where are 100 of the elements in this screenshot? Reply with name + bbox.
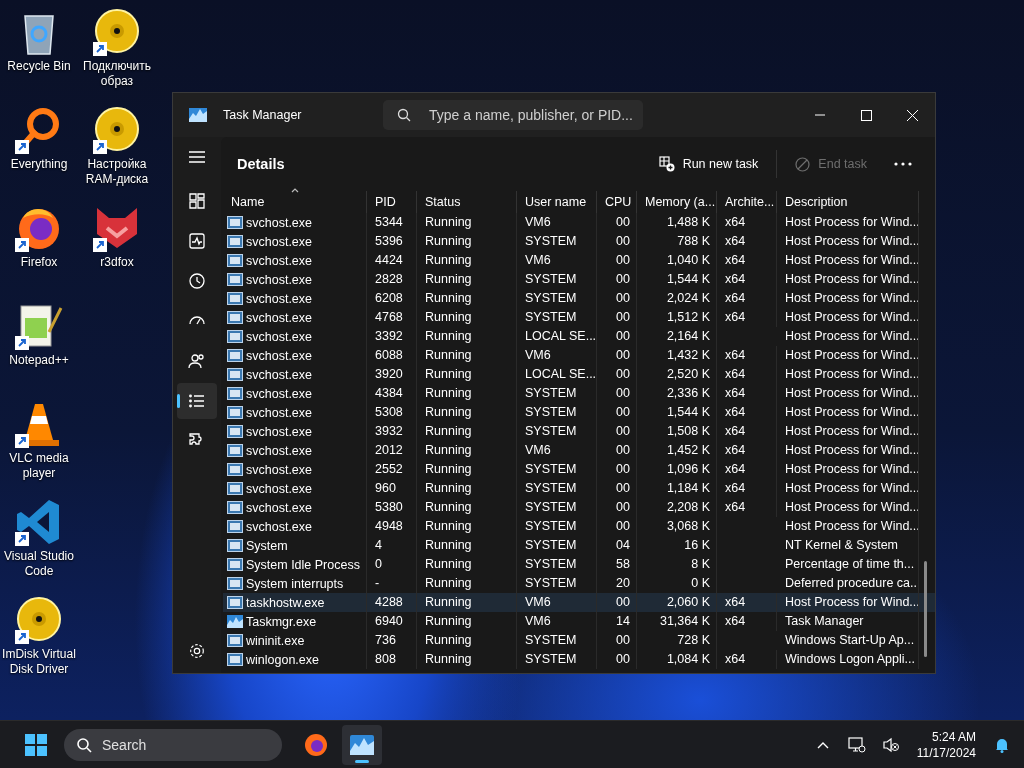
table-cell: 1,452 K — [637, 441, 717, 460]
table-row[interactable]: Taskmgr.exe 6940 Running VM6 14 31,364 K x64 Task Manager — [223, 612, 935, 631]
table-row[interactable]: System 4 Running SYSTEM 04 16 K NT Kernel & System — [223, 536, 935, 555]
table-cell: Running — [417, 365, 517, 384]
table-cell: VM6 — [517, 251, 597, 270]
windows-logo-icon — [25, 733, 47, 756]
table-cell: VM6 — [517, 346, 597, 365]
table-row[interactable]: svchost.exe 4424 Running VM6 00 1,040 K x64 Host Process for Wind... — [223, 251, 935, 270]
desktop-icon-label[interactable]: Visual Studio Code — [1, 549, 77, 579]
desktop-icon-label[interactable]: VLC media player — [1, 451, 77, 481]
table-row[interactable]: winlogon.exe 808 Running SYSTEM 00 1,084 K x64 Windows Logon Appli... — [223, 650, 935, 669]
taskbar-app-button[interactable] — [342, 724, 382, 765]
window-icon — [227, 254, 243, 267]
desktop-icon-label[interactable]: Firefox — [1, 255, 77, 270]
desktop-icon-label[interactable]: Everything — [1, 157, 77, 172]
table-row[interactable]: wininit.exe 736 Running SYSTEM 00 728 K Windows Start-Up Ap... — [223, 631, 935, 650]
table-cell: 1,544 K — [637, 270, 717, 289]
table-cell: 3392 — [367, 327, 417, 346]
table-row[interactable]: svchost.exe 6088 Running VM6 00 1,432 K x64 Host Process for Wind... — [223, 346, 935, 365]
desktop-icon-label[interactable]: r3dfox — [79, 255, 155, 270]
table-cell: 808 — [367, 650, 417, 669]
column-header[interactable]: PID — [367, 191, 417, 213]
table-cell: 4 — [367, 536, 417, 555]
desktop-icon-label[interactable]: ImDisk Virtual Disk Driver — [1, 647, 77, 677]
table-row[interactable]: svchost.exe 3920 Running LOCAL SE... 00 2,520 K x64 Host Process for Wind... — [223, 365, 935, 384]
table-row[interactable]: svchost.exe 2828 Running SYSTEM 00 1,544 K x64 Host Process for Wind... — [223, 270, 935, 289]
table-cell: Host Process for Wind... — [777, 593, 919, 612]
column-header[interactable]: Archite... — [717, 191, 777, 213]
table-row[interactable]: svchost.exe 5344 Running VM6 00 1,488 K x64 Host Process for Wind... — [223, 213, 935, 232]
window-icon — [227, 596, 243, 609]
shortcut-arrow-icon — [15, 630, 29, 644]
clock-button[interactable]: 5:24 AM 11/17/2024 — [910, 728, 982, 761]
desktop-icon-label[interactable]: Настройка RAM-диска — [79, 157, 155, 187]
table-cell: x64 — [717, 479, 777, 498]
table-cell: Windows Start-Up Ap... — [777, 631, 919, 650]
sidebar-tab[interactable] — [177, 383, 217, 419]
table-row[interactable]: svchost.exe 5380 Running SYSTEM 00 2,208 K x64 Host Process for Wind... — [223, 498, 935, 517]
taskbar-search-field[interactable]: Search — [64, 728, 282, 761]
table-cell: 1,512 K — [637, 308, 717, 327]
desktop-icon-label[interactable]: Notepad++ — [1, 353, 77, 368]
table-cell: SYSTEM — [517, 289, 597, 308]
table-cell: x64 — [717, 346, 777, 365]
table-cell: 1,084 K — [637, 650, 717, 669]
window-icon — [227, 520, 243, 533]
table-cell: 728 K — [637, 631, 717, 650]
table-row[interactable]: svchost.exe 2552 Running SYSTEM 00 1,096 K x64 Host Process for Wind... — [223, 460, 935, 479]
table-cell: 00 — [597, 650, 637, 669]
window-icon — [227, 634, 243, 647]
table-cell: 1,488 K — [637, 213, 717, 232]
table-cell: Host Process for Wind... — [777, 346, 919, 365]
table-row[interactable]: svchost.exe 960 Running SYSTEM 00 1,184 K x64 Host Process for Wind... — [223, 479, 935, 498]
table-row[interactable]: svchost.exe 2012 Running VM6 00 1,452 K x64 Host Process for Wind... — [223, 441, 935, 460]
table-row[interactable]: svchost.exe 4948 Running SYSTEM 00 3,068 K Host Process for Wind... — [223, 517, 935, 536]
table-cell: SYSTEM — [517, 631, 597, 650]
desktop-icon-label[interactable]: Recycle Bin — [1, 59, 77, 74]
scrollbar[interactable] — [924, 561, 927, 657]
column-header[interactable]: Description — [777, 191, 919, 213]
table-cell: 4768 — [367, 308, 417, 327]
table-row[interactable]: svchost.exe 3932 Running SYSTEM 00 1,508 K x64 Host Process for Wind... — [223, 422, 935, 441]
table-cell: 00 — [597, 308, 637, 327]
window-icon — [227, 216, 243, 229]
column-header[interactable]: User name — [517, 191, 597, 213]
desktop-icon-label[interactable]: Подключить образ — [79, 59, 155, 89]
process-name: wininit.exe — [246, 633, 305, 648]
search-field[interactable]: Type a name, publisher, or PID... — [383, 100, 643, 130]
table-cell: 00 — [597, 346, 637, 365]
table-cell: x64 — [717, 593, 777, 612]
window-icon — [227, 501, 243, 514]
table-row[interactable]: svchost.exe 5308 Running SYSTEM 00 1,544 K x64 Host Process for Wind... — [223, 403, 935, 422]
table-cell: Host Process for Wind... — [777, 403, 919, 422]
shortcut-arrow-icon — [93, 140, 107, 154]
table-row[interactable]: svchost.exe 5396 Running SYSTEM 00 788 K x64 Host Process for Wind... — [223, 232, 935, 251]
table-row[interactable]: System Idle Process 0 Running SYSTEM 58 8 K Percentage of time th... — [223, 555, 935, 574]
table-row[interactable]: svchost.exe 6208 Running SYSTEM 00 2,024 K x64 Host Process for Wind... — [223, 289, 935, 308]
task-manager-icon — [227, 615, 243, 628]
process-name: svchost.exe — [246, 291, 312, 306]
table-cell: 4288 — [367, 593, 417, 612]
more-icon — [894, 162, 912, 166]
column-header[interactable]: Memory (a... — [637, 191, 717, 213]
process-name: svchost.exe — [246, 481, 312, 496]
table-cell: 2,336 K — [637, 384, 717, 403]
table-cell: 2552 — [367, 460, 417, 479]
table-cell: 00 — [597, 365, 637, 384]
table-cell: 3932 — [367, 422, 417, 441]
table-row[interactable]: svchost.exe 4384 Running SYSTEM 00 2,336 K x64 Host Process for Wind... — [223, 384, 935, 403]
task-manager-icon — [189, 108, 207, 122]
table-row[interactable]: svchost.exe 4768 Running SYSTEM 00 1,512 K x64 Host Process for Wind... — [223, 308, 935, 327]
table-cell: 00 — [597, 384, 637, 403]
table-cell: 00 — [597, 289, 637, 308]
table-row[interactable]: svchost.exe 3392 Running LOCAL SE... 00 2,164 K Host Process for Wind... — [223, 327, 935, 346]
table-cell: 6940 — [367, 612, 417, 631]
table-cell: 1,544 K — [637, 403, 717, 422]
run-new-task-button[interactable]: Run new task — [646, 148, 771, 180]
column-header[interactable]: Status — [417, 191, 517, 213]
column-header[interactable]: CPU — [597, 191, 637, 213]
table-cell: VM6 — [517, 441, 597, 460]
process-name: svchost.exe — [246, 424, 312, 439]
process-name: svchost.exe — [246, 215, 312, 230]
table-row[interactable]: taskhostw.exe 4288 Running VM6 00 2,060 K x64 Host Process for Wind... — [223, 593, 935, 612]
column-header[interactable]: Name — [223, 191, 367, 213]
